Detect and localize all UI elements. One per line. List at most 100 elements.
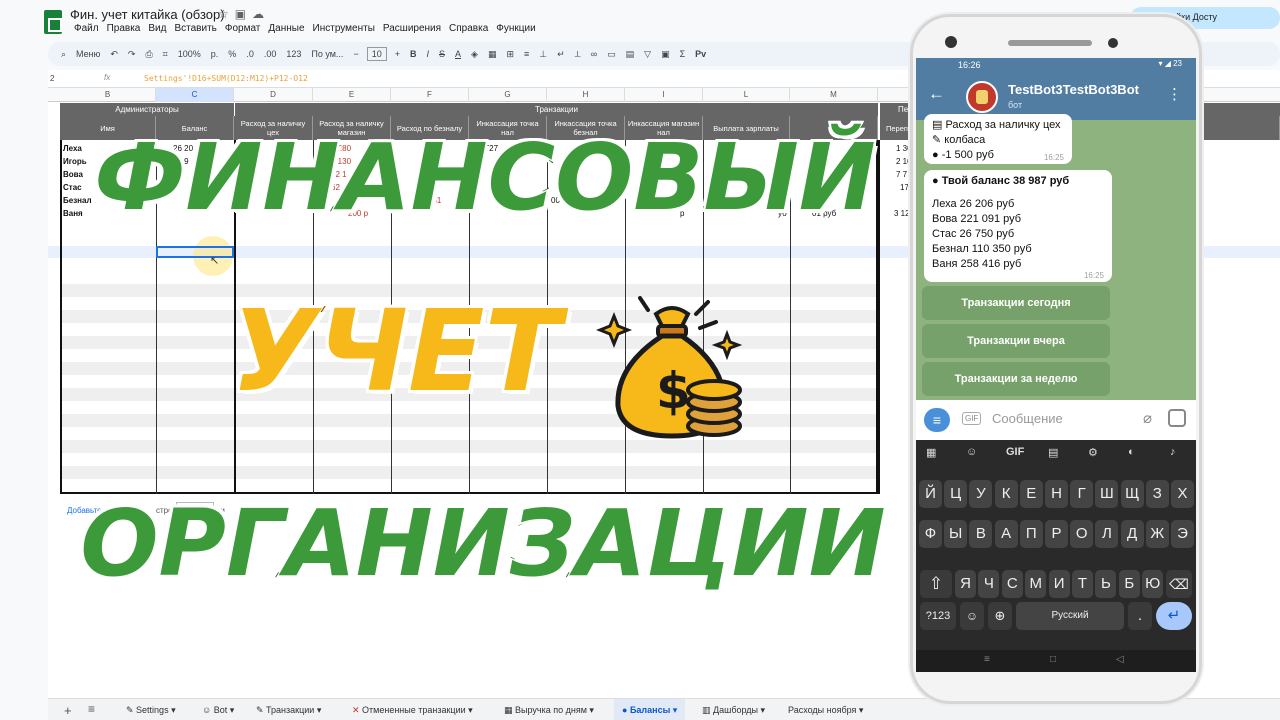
row-name[interactable]: Игорь (63, 157, 87, 166)
insert-chart-icon[interactable]: ▤ (621, 49, 640, 60)
tab-revenue-by-day[interactable]: ▦ Выручка по дням ▾ (496, 699, 602, 720)
back-arrow-icon[interactable]: ← (928, 84, 945, 104)
italic-button[interactable]: I (421, 49, 434, 59)
all-sheets-icon[interactable]: ≡ (88, 702, 95, 716)
letter-key[interactable]: У (969, 480, 993, 508)
text-wrap-icon[interactable]: ↵ (552, 49, 570, 60)
apps-grid-icon[interactable]: ▦ (926, 446, 936, 459)
col-b[interactable]: B (60, 88, 156, 102)
letter-key[interactable]: Ф (919, 520, 942, 548)
bot-name[interactable]: TestBot3TestBot3Bot (1008, 82, 1139, 97)
letter-key[interactable]: Л (1095, 520, 1119, 548)
menu-search-button[interactable]: Меню (71, 49, 105, 59)
col-i[interactable]: I (625, 88, 703, 102)
kb-gif-button[interactable]: GIF (1006, 446, 1024, 458)
name-box[interactable]: 2 (50, 74, 100, 83)
menu-data[interactable]: Данные (264, 23, 308, 34)
more-options-icon[interactable]: ⋮ (1167, 85, 1182, 103)
bot-avatar[interactable] (966, 81, 998, 113)
letter-key[interactable]: М (1025, 570, 1047, 598)
row-name[interactable]: Вова (63, 170, 83, 179)
letter-key[interactable]: Я (955, 570, 976, 598)
cell-value[interactable]: 3 12 (894, 209, 910, 218)
zoom-select[interactable]: 100% (173, 49, 206, 59)
tab-cancelled-transactions[interactable]: ✕ Отмененные транзакции ▾ (344, 699, 481, 720)
camera-icon[interactable] (1168, 409, 1186, 427)
recent-apps-icon[interactable]: ≡ (984, 654, 990, 665)
symbols-key[interactable]: ?123 (920, 602, 956, 630)
undo-icon[interactable]: ↶ (105, 49, 123, 60)
col-d[interactable]: D (234, 88, 313, 102)
paint-format-icon[interactable]: ⌗ (158, 49, 173, 60)
bot-menu-icon[interactable]: ≡ (924, 408, 950, 432)
letter-key[interactable]: Ь (1095, 570, 1117, 598)
menu-file[interactable]: Файл (70, 23, 103, 34)
menu-edit[interactable]: Правка (103, 23, 145, 34)
tab-november-expenses[interactable]: Расходы ноября ▾ (780, 699, 871, 720)
settings-gear-icon[interactable]: ⚙ (1088, 446, 1098, 459)
star-icon[interactable]: ☆ (218, 7, 235, 21)
col-h[interactable]: H (547, 88, 625, 102)
microphone-icon[interactable]: ♪ (1170, 446, 1176, 458)
insert-link-icon[interactable]: ∞ (586, 49, 602, 59)
letter-key[interactable]: Ж (1145, 520, 1169, 548)
message-bubble[interactable]: ▤ Расход за наличку цех ✎ колбаса ● -1 5… (924, 114, 1072, 164)
font-size-input[interactable]: 10 (366, 47, 387, 61)
letter-key[interactable]: Э (1171, 520, 1194, 548)
search-menu-icon[interactable]: ⌕ (56, 49, 71, 60)
letter-key[interactable]: Й (919, 480, 942, 508)
letter-key[interactable]: Ы (944, 520, 968, 548)
letter-key[interactable]: Б (1118, 570, 1140, 598)
tab-transactions[interactable]: ✎ Транзакции ▾ (248, 699, 329, 720)
letter-key[interactable]: Х (1171, 480, 1194, 508)
gif-button[interactable]: GIF (962, 412, 982, 425)
backspace-key-icon[interactable]: ⌫ (1166, 570, 1192, 598)
col-m[interactable]: M (790, 88, 878, 102)
attach-icon[interactable]: ⌀ (1143, 409, 1152, 427)
letter-key[interactable]: Ю (1142, 570, 1164, 598)
decrease-decimals-button[interactable]: .0 (241, 49, 259, 59)
bold-button[interactable]: B (405, 49, 422, 59)
letter-key[interactable]: Р (1045, 520, 1068, 548)
emoji-key-icon[interactable]: ☺ (960, 602, 984, 630)
transactions-today-button[interactable]: Транзакции сегодня (922, 286, 1110, 320)
filter-icon[interactable]: ▽ (639, 49, 656, 60)
period-key[interactable]: . (1128, 602, 1152, 630)
percent-format-button[interactable]: % (223, 49, 241, 59)
letter-key[interactable]: Т (1072, 570, 1093, 598)
print-icon[interactable]: ⎙ (140, 49, 157, 60)
title-actions[interactable]: ☆▣☁ (218, 7, 270, 21)
row-name[interactable]: Ваня (63, 209, 83, 218)
clipboard-icon[interactable]: ▤ (1048, 446, 1058, 459)
letter-key[interactable]: О (1070, 520, 1094, 548)
document-title[interactable]: Фин. учет китайка (обзор) (70, 7, 225, 22)
row-name[interactable]: Безнал (63, 196, 92, 205)
font-select[interactable]: По ум... (306, 49, 348, 59)
tab-balances[interactable]: ● Балансы ▾ (614, 699, 686, 720)
formula-input[interactable]: Settings'!D16+SUM(D12:M12)+P12-O12 (144, 74, 308, 83)
menu-extensions[interactable]: Расширения (379, 23, 445, 34)
letter-key[interactable]: И (1048, 570, 1070, 598)
increase-decimals-button[interactable]: .00 (259, 49, 282, 59)
message-input[interactable]: Сообщение (992, 411, 1063, 426)
space-key[interactable]: Русский (1016, 602, 1124, 630)
font-size-decrease-icon[interactable]: − (348, 49, 363, 59)
redo-icon[interactable]: ↷ (123, 49, 141, 60)
letter-key[interactable]: Ц (944, 480, 968, 508)
insert-comment-icon[interactable]: ▭ (602, 49, 621, 60)
fill-color-icon[interactable]: ◈ (466, 49, 483, 60)
letter-key[interactable]: В (969, 520, 993, 548)
sheets-logo-icon[interactable] (44, 10, 62, 34)
tab-dashboards[interactable]: ▥ Дашборды ▾ (694, 699, 773, 720)
menu-tools[interactable]: Инструменты (309, 23, 379, 34)
letter-key[interactable]: Е (1019, 480, 1043, 508)
language-globe-icon[interactable]: ⊕ (988, 602, 1012, 630)
enter-key-icon[interactable]: ↵ (1156, 602, 1192, 630)
letter-key[interactable]: С (1001, 570, 1023, 598)
palette-icon[interactable]: ◐ (1128, 446, 1135, 458)
menu-view[interactable]: Вид (144, 23, 170, 34)
letter-key[interactable]: З (1145, 480, 1169, 508)
balance-message-bubble[interactable]: ● Твой баланс 38 987 руб Леха 26 206 руб… (924, 170, 1112, 282)
menu-format[interactable]: Формат (221, 23, 265, 34)
strikethrough-button[interactable]: S (434, 49, 450, 59)
